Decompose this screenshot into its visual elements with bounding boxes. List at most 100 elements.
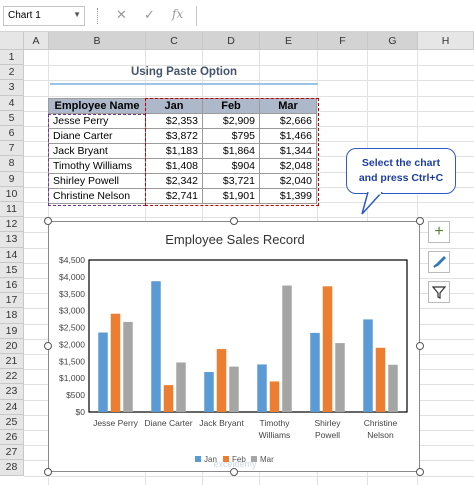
header-jan[interactable]: Jan <box>145 98 203 114</box>
row-header-9[interactable]: 9 <box>0 171 24 187</box>
table-cell[interactable]: Jesse Perry <box>48 113 146 129</box>
column-header-h[interactable]: H <box>418 32 474 50</box>
x-tick-label: Jack Bryant <box>199 418 244 428</box>
table-cell[interactable]: $904 <box>202 158 260 174</box>
row-header-17[interactable]: 17 <box>0 293 24 309</box>
formula-input[interactable] <box>196 6 474 26</box>
table-row: Christine Nelson $2,741 $1,901 $1,399 <box>48 188 317 204</box>
table-cell[interactable]: $1,399 <box>259 188 317 204</box>
resize-handle-left[interactable] <box>44 342 52 350</box>
callout-line-1: Select the chart <box>361 157 441 169</box>
row-header-6[interactable]: 6 <box>0 126 24 142</box>
table-cell[interactable]: $1,408 <box>145 158 203 174</box>
cancel-icon[interactable]: ✕ <box>116 7 127 23</box>
row-header-16[interactable]: 16 <box>0 278 24 294</box>
bar-jan <box>204 372 214 412</box>
row-header-25[interactable]: 25 <box>0 414 24 430</box>
table-cell[interactable]: Christine Nelson <box>48 188 146 204</box>
row-header-10[interactable]: 10 <box>0 186 24 202</box>
row-header-28[interactable]: 28 <box>0 460 24 476</box>
row-header-3[interactable]: 3 <box>0 80 24 96</box>
table-cell[interactable]: $3,721 <box>202 173 260 189</box>
chart-elements-button[interactable]: + <box>428 221 450 243</box>
row-header-5[interactable]: 5 <box>0 110 24 126</box>
row-header-8[interactable]: 8 <box>0 156 24 172</box>
row-header-7[interactable]: 7 <box>0 141 24 157</box>
enter-icon[interactable]: ✓ <box>144 7 155 23</box>
row-header-24[interactable]: 24 <box>0 399 24 415</box>
chart-filters-button[interactable] <box>428 281 450 303</box>
table-cell[interactable]: Jack Bryant <box>48 143 146 159</box>
resize-handle-top-left[interactable] <box>44 217 52 225</box>
column-header-c[interactable]: C <box>146 32 203 50</box>
table-cell[interactable]: $1,466 <box>259 128 317 144</box>
row-header-14[interactable]: 14 <box>0 247 24 263</box>
resize-handle-top[interactable] <box>230 217 238 225</box>
row-header-1[interactable]: 1 <box>0 50 24 66</box>
table-cell[interactable]: $795 <box>202 128 260 144</box>
table-cell[interactable]: $1,344 <box>259 143 317 159</box>
table-cell[interactable]: $3,872 <box>145 128 203 144</box>
resize-handle-bottom-left[interactable] <box>44 468 52 476</box>
table-cell[interactable]: Diane Carter <box>48 128 146 144</box>
row-header-21[interactable]: 21 <box>0 354 24 370</box>
table-cell[interactable]: $1,864 <box>202 143 260 159</box>
row-header-27[interactable]: 27 <box>0 445 24 461</box>
table-cell[interactable]: $2,040 <box>259 173 317 189</box>
table-cell[interactable]: Shirley Powell <box>48 173 146 189</box>
table-cell[interactable]: $2,342 <box>145 173 203 189</box>
column-header-g[interactable]: G <box>368 32 418 50</box>
row-header-26[interactable]: 26 <box>0 430 24 446</box>
bar-jan <box>257 364 267 412</box>
column-header-d[interactable]: D <box>203 32 260 50</box>
select-all-corner[interactable] <box>0 32 24 50</box>
bar-jan <box>363 319 373 412</box>
resize-handle-bottom-right[interactable] <box>416 468 424 476</box>
bar-jan <box>151 281 161 412</box>
name-box[interactable]: Chart 1 ▼ <box>3 6 85 26</box>
row-header-22[interactable]: 22 <box>0 369 24 385</box>
row-header-23[interactable]: 23 <box>0 384 24 400</box>
table-cell[interactable]: $2,048 <box>259 158 317 174</box>
resize-handle-top-right[interactable] <box>416 217 424 225</box>
chart-styles-button[interactable] <box>428 251 450 273</box>
chart-area[interactable]: Employee Sales Record $0 $500 $1,000 $1,500 $… <box>48 221 420 472</box>
employee-table: Employee Name Jan Feb Mar Jesse Perry $2… <box>48 98 317 204</box>
column-header-e[interactable]: E <box>260 32 318 50</box>
column-header-a[interactable]: A <box>24 32 49 50</box>
row-header-12[interactable]: 12 <box>0 217 24 233</box>
table-cell[interactable]: Timothy Williams <box>48 158 146 174</box>
bar-feb <box>375 347 386 412</box>
row-header-18[interactable]: 18 <box>0 308 24 324</box>
table-cell[interactable]: $2,353 <box>145 113 203 129</box>
table-cell[interactable]: $1,183 <box>145 143 203 159</box>
row-header-13[interactable]: 13 <box>0 232 24 248</box>
table-cell[interactable]: $2,909 <box>202 113 260 129</box>
table-cell[interactable]: $2,741 <box>145 188 203 204</box>
header-employee-name[interactable]: Employee Name <box>48 98 146 114</box>
table-cell[interactable]: $1,901 <box>202 188 260 204</box>
filter-icon <box>431 286 447 299</box>
table-cell[interactable]: $2,666 <box>259 113 317 129</box>
y-tick-label: $1,500 <box>59 356 85 366</box>
header-feb[interactable]: Feb <box>202 98 260 114</box>
row-header-2[interactable]: 2 <box>0 65 24 81</box>
chevron-down-icon[interactable]: ▼ <box>73 10 81 19</box>
row-header-19[interactable]: 19 <box>0 323 24 339</box>
bar-mar <box>123 321 133 412</box>
row-header-4[interactable]: 4 <box>0 95 24 111</box>
column-header-f[interactable]: F <box>318 32 368 50</box>
table-row: Shirley Powell $2,342 $3,721 $2,040 <box>48 173 317 189</box>
bar-mar <box>176 362 186 412</box>
x-tick-label: Jesse Perry <box>93 418 139 428</box>
column-header-b[interactable]: B <box>49 32 146 50</box>
row-header-11[interactable]: 11 <box>0 202 24 218</box>
row-header-20[interactable]: 20 <box>0 338 24 354</box>
x-tick-label: Timothy <box>260 418 291 428</box>
legend-swatch <box>195 456 201 462</box>
row-header-15[interactable]: 15 <box>0 262 24 278</box>
header-mar[interactable]: Mar <box>259 98 317 114</box>
resize-handle-bottom[interactable] <box>230 468 238 476</box>
resize-handle-right[interactable] <box>416 342 424 350</box>
insert-function-icon[interactable]: fx <box>172 7 183 21</box>
